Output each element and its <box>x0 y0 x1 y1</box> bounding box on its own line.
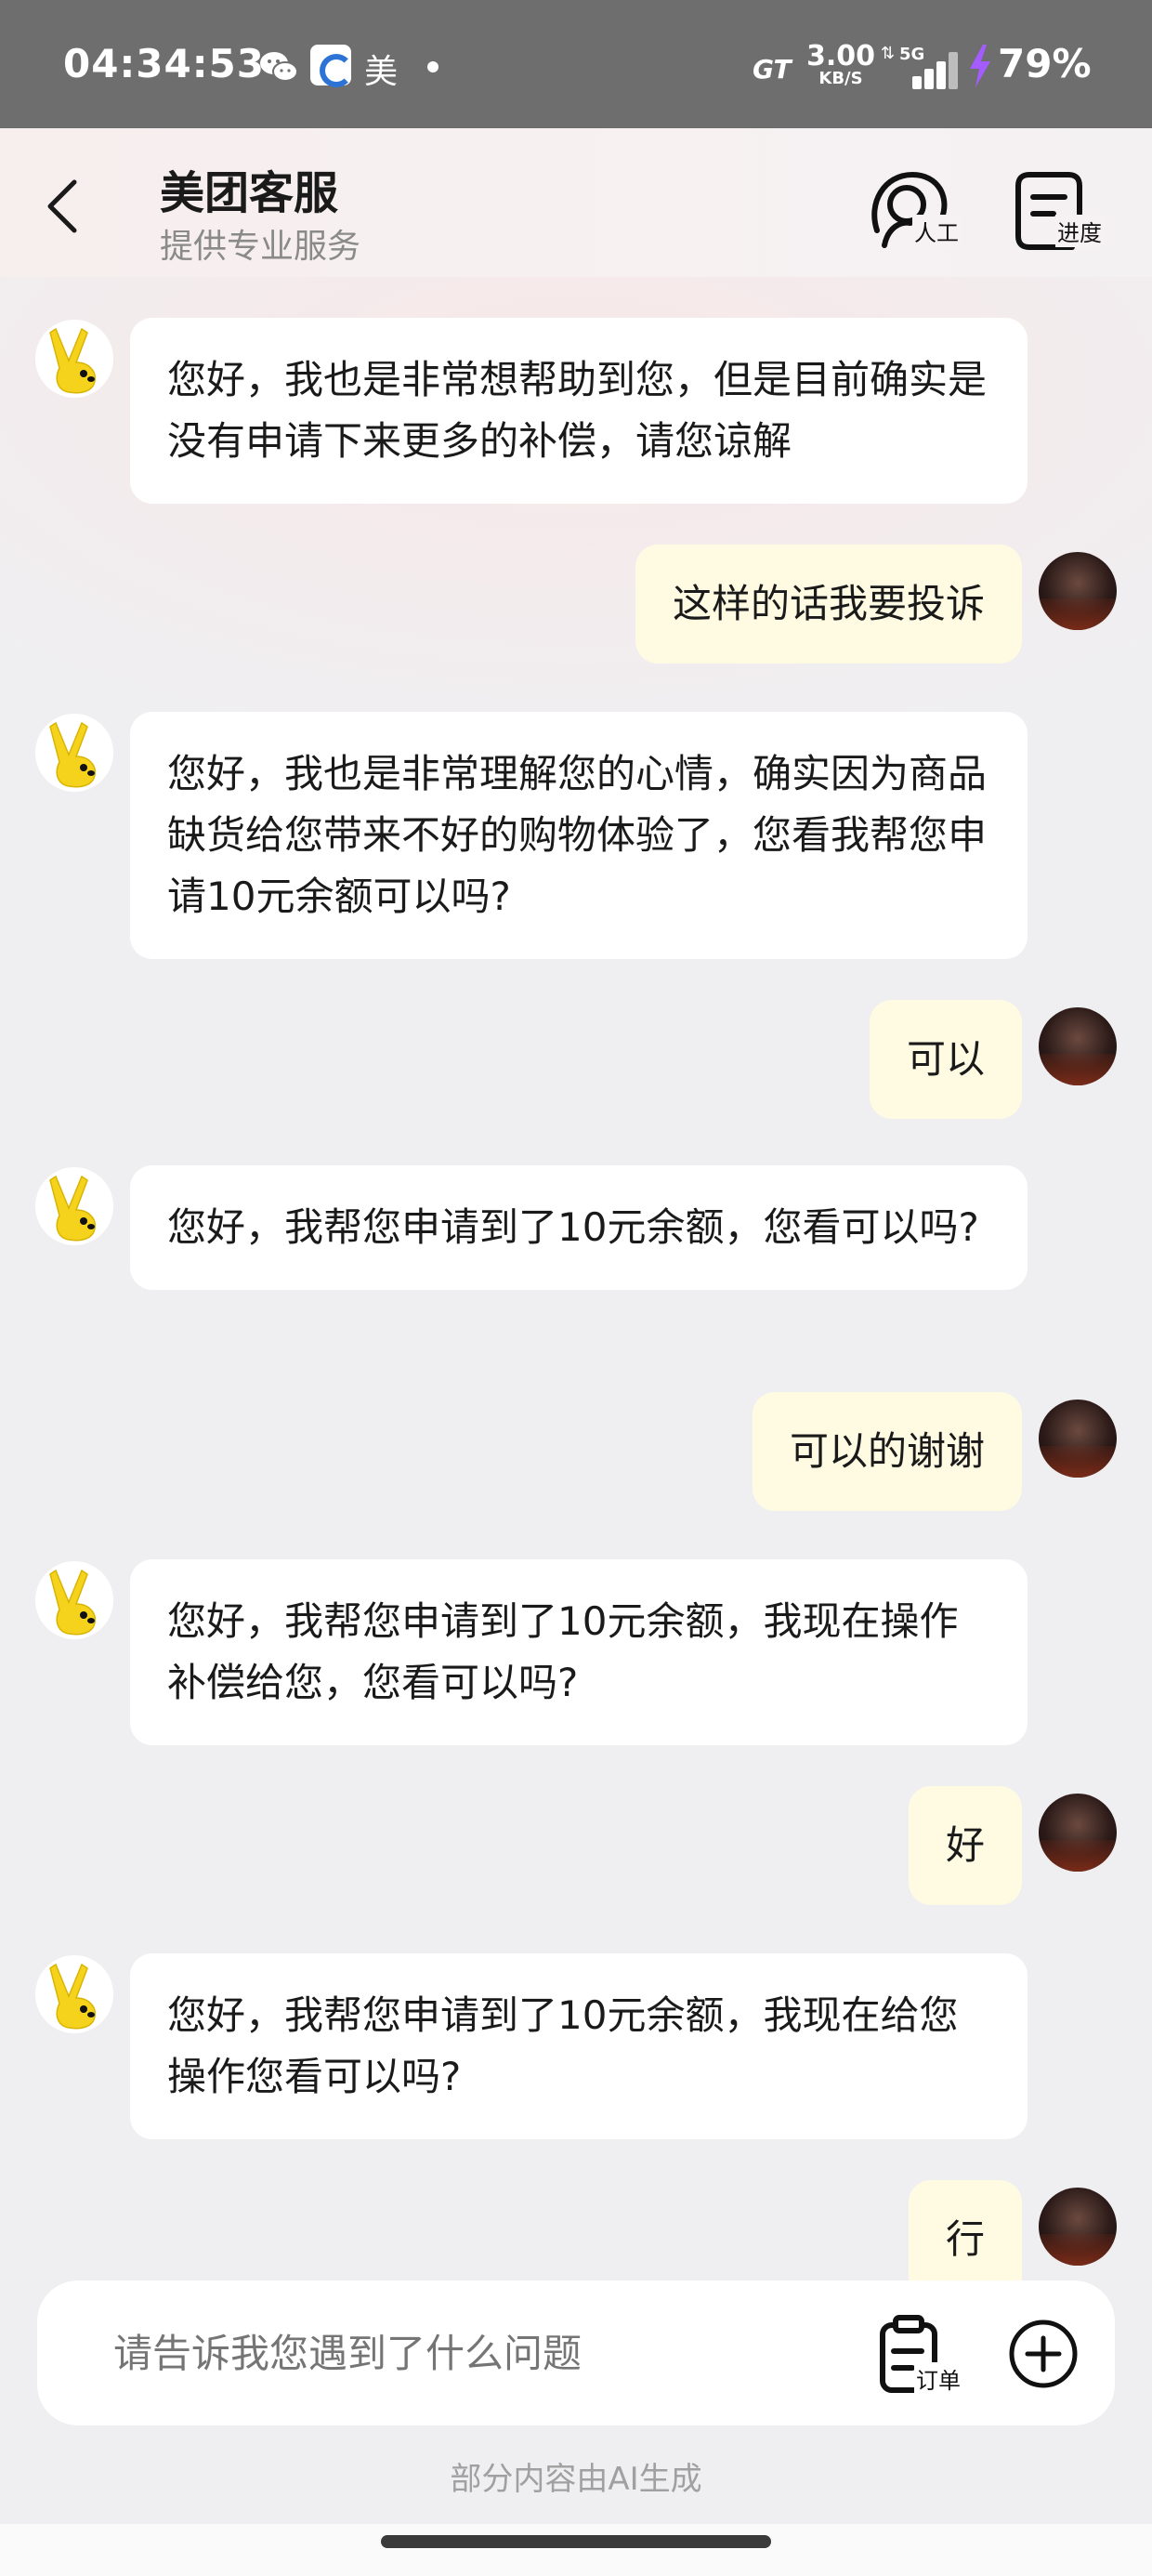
bot-message: 您好，我也是非常想帮助到您，但是目前确实是没有申请下来更多的补偿，请您谅解 <box>130 318 1028 504</box>
message-composer: 订单 <box>37 2280 1115 2425</box>
message-input[interactable] <box>113 2327 857 2379</box>
status-bar: 04:34:53 美 GT 3.00 KB/S ⇅ 5G 79% <box>0 0 1152 128</box>
human-agent-button[interactable]: 人工 <box>864 165 961 258</box>
data-arrows-icon: ⇅ <box>881 44 896 63</box>
mascot-icon <box>49 1175 97 1242</box>
navigation-bar <box>0 2524 1152 2576</box>
bot-message: 您好，我帮您申请到了10元余额，我现在给您操作您看可以吗? <box>130 1953 1028 2139</box>
user-message: 可以 <box>869 1000 1022 1119</box>
user-message: 好 <box>908 1786 1022 1905</box>
chat-messages[interactable]: 您好，我也是非常想帮助到您，但是目前确实是没有申请下来更多的补偿，请您谅解 这样… <box>0 277 1152 2280</box>
charging-icon <box>970 45 990 87</box>
mascot-icon <box>49 327 97 394</box>
human-agent-label: 人工 <box>912 215 961 247</box>
chat-header: 美团客服 提供专业服务 人工 进度 <box>0 128 1152 277</box>
order-label: 订单 <box>914 2362 962 2395</box>
bot-message: 您好，我帮您申请到了10元余额，您看可以吗? <box>130 1165 1028 1290</box>
page-subtitle: 提供专业服务 <box>160 228 361 266</box>
network-brand: GT <box>753 54 792 85</box>
progress-label: 进度 <box>1055 215 1104 247</box>
home-indicator[interactable] <box>381 2535 771 2548</box>
user-avatar <box>1039 552 1117 630</box>
status-time: 04:34:53 <box>63 41 265 86</box>
back-button[interactable] <box>37 169 93 243</box>
signal-icon <box>899 50 958 89</box>
bot-message: 您好，我帮您申请到了10元余额，我现在操作补偿给您，您看可以吗? <box>130 1559 1028 1745</box>
speed-value: 3.00 <box>806 40 876 72</box>
bot-avatar <box>35 1167 113 1245</box>
bot-avatar <box>35 714 113 792</box>
ai-disclaimer: 部分内容由AI生成 <box>450 2461 702 2498</box>
app-notification-icon <box>310 45 353 87</box>
user-message: 可以的谢谢 <box>752 1392 1022 1511</box>
bot-avatar <box>35 320 113 398</box>
mascot-icon <box>49 1963 97 2030</box>
page-title: 美团客服 <box>160 167 339 219</box>
user-avatar <box>1039 1400 1117 1478</box>
bot-avatar <box>35 1955 113 2033</box>
add-button[interactable] <box>1007 2318 1080 2390</box>
user-avatar <box>1039 1007 1117 1085</box>
battery-level: 79% <box>998 41 1092 86</box>
progress-button[interactable]: 进度 <box>1007 165 1104 258</box>
mascot-icon <box>49 721 97 788</box>
more-notifications-dot <box>427 61 439 72</box>
wechat-icon <box>260 52 298 82</box>
bot-avatar <box>35 1561 113 1639</box>
notification-app-char: 美 <box>364 53 399 91</box>
user-avatar <box>1039 1794 1117 1872</box>
network-speed: 3.00 KB/S <box>806 43 875 87</box>
mascot-icon <box>49 1569 97 1636</box>
order-button[interactable]: 订单 <box>875 2314 968 2398</box>
user-avatar <box>1039 2188 1117 2266</box>
user-message: 这样的话我要投诉 <box>635 545 1022 664</box>
user-message: 行 <box>908 2180 1022 2280</box>
speed-unit: KB/S <box>818 69 863 88</box>
bot-message: 您好，我也是非常理解您的心情，确实因为商品缺货给您带来不好的购物体验了，您看我帮… <box>130 712 1028 959</box>
